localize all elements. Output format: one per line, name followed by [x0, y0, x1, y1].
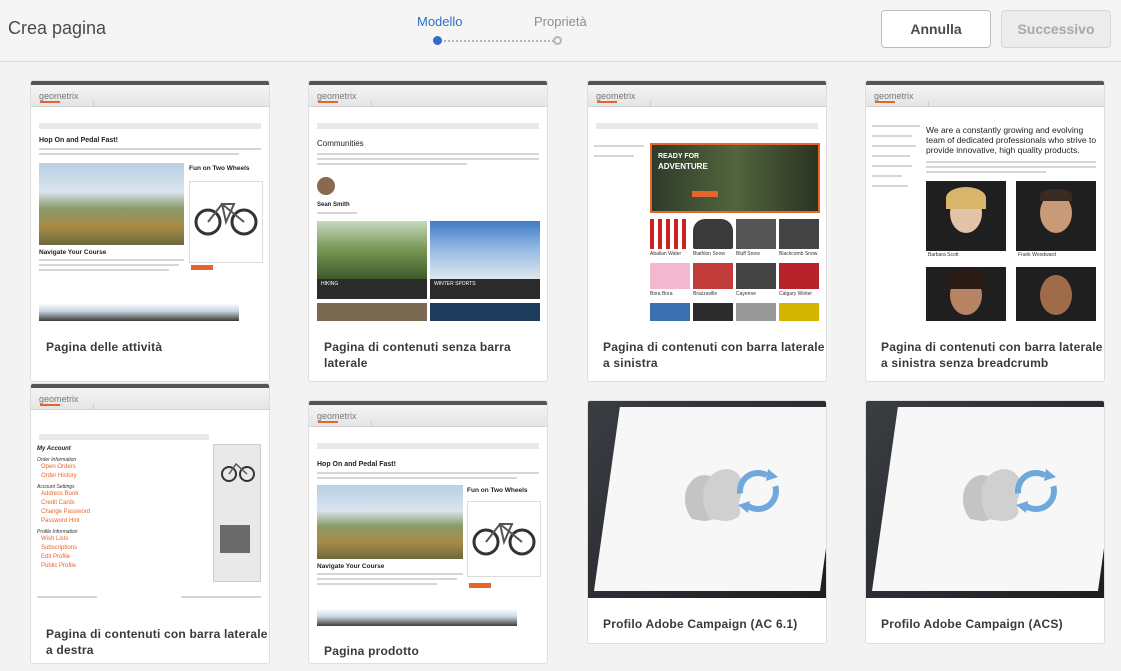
- step-template[interactable]: Modello: [417, 14, 463, 29]
- template-thumbnail: [588, 401, 826, 598]
- card-label: Pagina di contenuti con barra laterale a…: [46, 627, 268, 657]
- profile-sync-icon: [962, 469, 1057, 521]
- page-title: Crea pagina: [8, 18, 107, 38]
- card-label: Pagina delle attività: [46, 340, 163, 354]
- template-card-campaign-acs[interactable]: Profilo Adobe Campaign (ACS): [865, 400, 1105, 644]
- template-thumbnail: [866, 401, 1104, 598]
- template-card-activity[interactable]: geometrix Hop On and Pedal Fast! Fun on …: [30, 80, 270, 382]
- template-card-no-sidebar[interactable]: geometrix Communities Sean Smith HIKING …: [308, 80, 548, 382]
- card-label: Pagina prodotto: [324, 644, 419, 658]
- cancel-button[interactable]: Annulla: [881, 10, 991, 48]
- template-card-left-sidebar[interactable]: geometrix READY FOR ADVENTURE Abalian Wa…: [587, 80, 827, 382]
- active-step-dot-icon: [433, 36, 442, 45]
- template-thumbnail: geometrix My Account Order Information O…: [31, 384, 269, 609]
- template-thumbnail: geometrix READY FOR ADVENTURE Abalian Wa…: [588, 81, 826, 321]
- next-button[interactable]: Successivo: [1001, 10, 1111, 48]
- card-label: Pagina di contenuti senza barra laterale: [324, 340, 511, 370]
- template-thumbnail: geometrix We are a constantly growing an…: [866, 81, 1104, 321]
- card-label: Pagina di contenuti con barra laterale a…: [603, 340, 825, 370]
- inactive-step-dot-icon: [553, 36, 562, 45]
- step-properties[interactable]: Proprietà: [534, 14, 587, 29]
- template-card-left-sidebar-no-breadcrumb[interactable]: geometrix We are a constantly growing an…: [865, 80, 1105, 382]
- template-card-right-sidebar[interactable]: geometrix My Account Order Information O…: [30, 383, 270, 664]
- profile-sync-icon: [684, 469, 779, 521]
- step-progress-line: [444, 40, 554, 42]
- template-card-product[interactable]: geometrix Hop On and Pedal Fast! Fun on …: [308, 400, 548, 664]
- card-label: Profilo Adobe Campaign (AC 6.1): [603, 617, 798, 631]
- template-thumbnail: geometrix Hop On and Pedal Fast! Fun on …: [31, 81, 269, 321]
- template-thumbnail: geometrix Communities Sean Smith HIKING …: [309, 81, 547, 321]
- template-thumbnail: geometrix Hop On and Pedal Fast! Fun on …: [309, 401, 547, 626]
- template-card-campaign-ac61[interactable]: Profilo Adobe Campaign (AC 6.1): [587, 400, 827, 644]
- header: Crea pagina Modello Proprietà Annulla Su…: [0, 0, 1121, 62]
- card-label: Pagina di contenuti con barra laterale a…: [881, 340, 1103, 370]
- card-label: Profilo Adobe Campaign (ACS): [881, 617, 1063, 631]
- wizard-steps: Modello Proprietà: [410, 12, 600, 52]
